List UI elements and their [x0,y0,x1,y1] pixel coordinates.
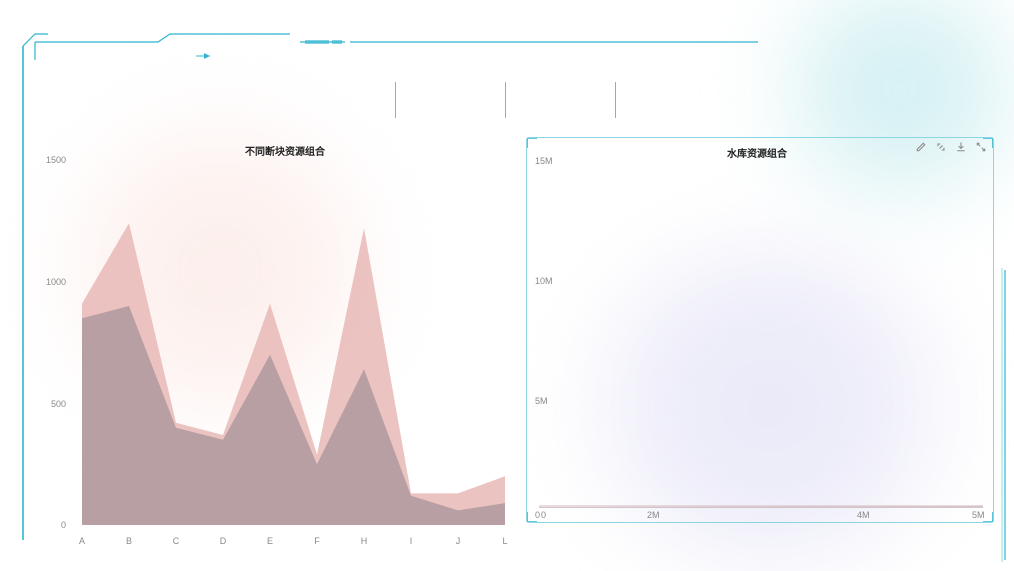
x-tick: J [448,536,468,546]
x-tick: 2M [647,510,660,520]
chart-toolbar [915,141,987,153]
x-tick: C [166,536,186,546]
expand-icon[interactable] [975,141,987,153]
y-tick: 1000 [36,277,66,287]
x-tick: 0 [541,510,546,520]
link-icon[interactable] [935,141,947,153]
x-tick: D [213,536,233,546]
stat-divider [395,82,396,118]
download-icon[interactable] [955,141,967,153]
x-tick: H [354,536,374,546]
left-chart-title: 不同断块资源组合 [245,143,325,158]
x-tick: E [260,536,280,546]
stat-divider [505,82,506,118]
y-tick: 500 [36,399,66,409]
edit-icon[interactable] [915,141,927,153]
x-tick: A [72,536,92,546]
x-tick: I [401,536,421,546]
y-tick: 0 [535,510,540,520]
y-tick: 0 [36,520,66,530]
right-chart-panel: 水库资源组合 15M 10M 5M 0 0 2M 4M 5M [526,137,994,523]
x-tick: 5M [972,510,985,520]
x-tick: F [307,536,327,546]
stat-divider [615,82,616,118]
y-tick: 1500 [36,155,66,165]
x-tick: L [495,536,515,546]
right-area-chart [539,158,983,508]
x-tick: B [119,536,139,546]
left-area-chart [82,160,505,525]
x-tick: 4M [857,510,870,520]
